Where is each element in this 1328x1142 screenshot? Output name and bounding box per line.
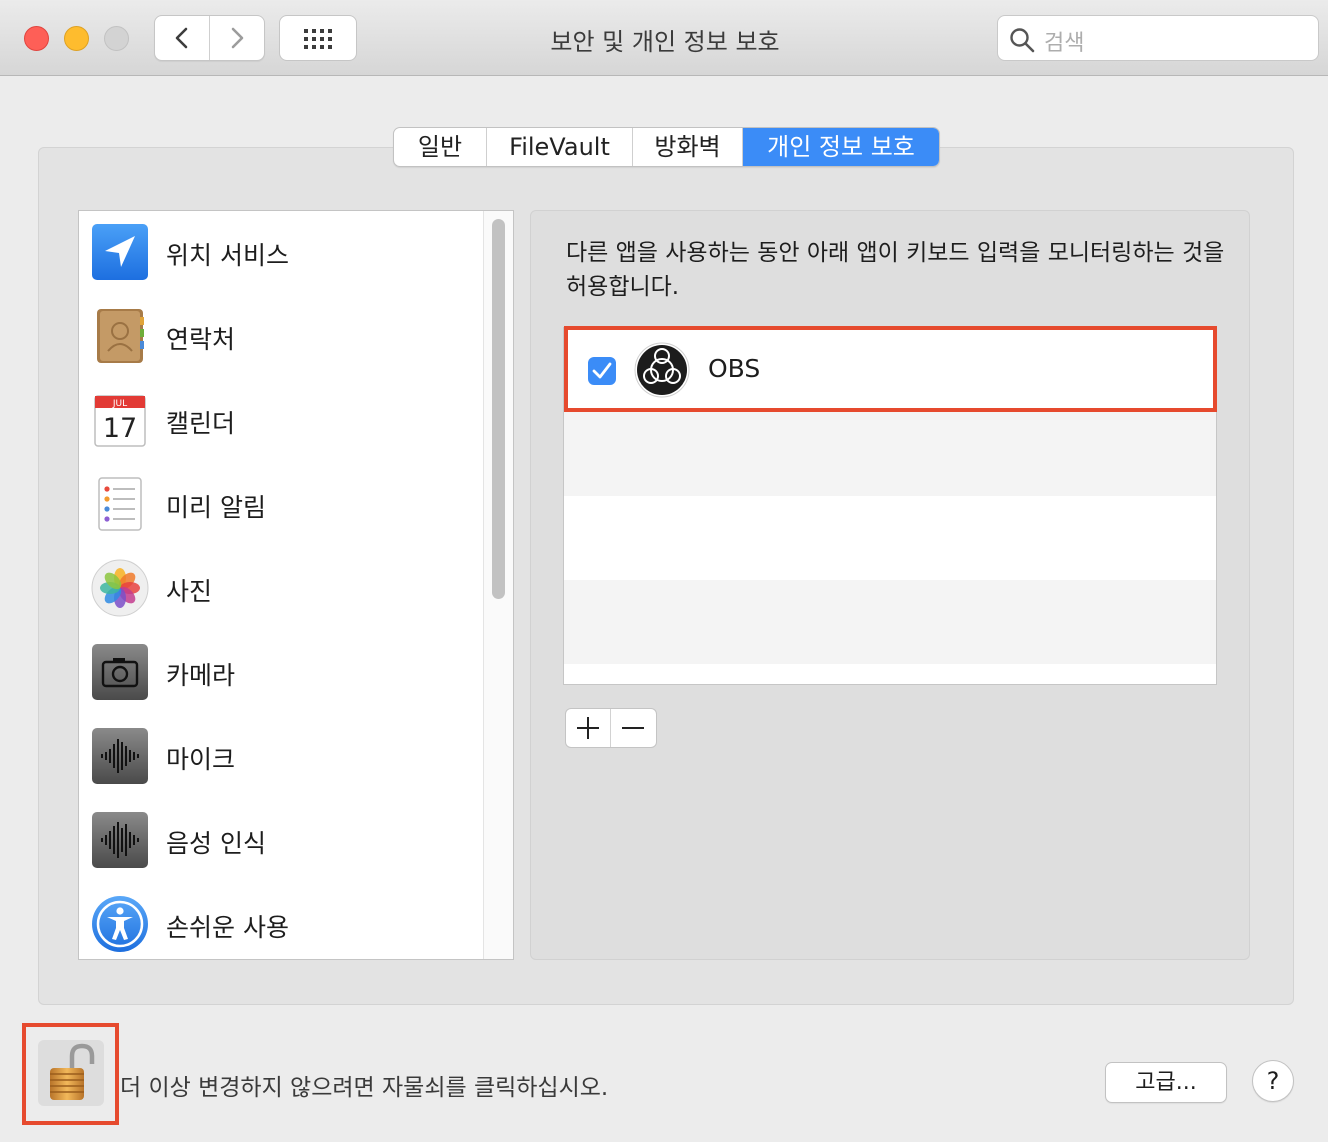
sidebar-item-label: 마이크	[166, 745, 236, 774]
sidebar-item-label: 캘린더	[166, 409, 236, 438]
minimize-window-button[interactable]	[64, 26, 89, 51]
list-item-empty	[564, 580, 1216, 664]
microphone-waveform-icon	[92, 728, 148, 784]
obs-checkbox[interactable]	[588, 357, 616, 385]
tab-filevault[interactable]: FileVault	[487, 128, 633, 166]
sidebar-item-reminders[interactable]: 미리 알림	[79, 463, 483, 547]
calendar-icon-day: 17	[103, 413, 137, 444]
privacy-category-list: 위치 서비스 연락처 JUL 17 캘린더 미리 알림 사진 카메라 마이크 음…	[78, 210, 514, 960]
sidebar-item-photos[interactable]: 사진	[79, 547, 483, 631]
lock-button[interactable]	[38, 1040, 104, 1106]
unlocked-padlock-icon	[50, 1043, 95, 1100]
sidebar-item-microphone[interactable]: 마이크	[79, 715, 483, 799]
location-arrow-icon	[92, 224, 148, 280]
list-item-empty	[564, 496, 1216, 580]
sidebar-item-label: 손쉬운 사용	[166, 913, 289, 942]
reminders-icon	[98, 477, 142, 531]
tab-bar: 일반 FileVault 방화벽 개인 정보 보호	[393, 127, 940, 167]
window-title: 보안 및 개인 정보 보호	[550, 28, 780, 56]
obs-icon	[634, 342, 690, 398]
contacts-book-icon	[97, 309, 144, 363]
calendar-icon-month: JUL	[112, 399, 127, 409]
title-bar: 보안 및 개인 정보 보호 검색	[0, 0, 1328, 76]
sidebar-item-label: 카메라	[166, 661, 236, 690]
app-name: OBS	[708, 354, 761, 383]
sidebar-item-label: 미리 알림	[166, 493, 266, 522]
sidebar-item-label: 음성 인식	[166, 829, 266, 858]
sidebar-item-label: 연락처	[166, 325, 236, 354]
add-remove-buttons	[565, 708, 657, 748]
tab-general[interactable]: 일반	[394, 128, 487, 166]
sidebar-item-accessibility[interactable]: 손쉬운 사용	[79, 883, 483, 959]
sidebar-item-calendar[interactable]: JUL 17 캘린더	[79, 379, 483, 463]
list-scrollbar[interactable]	[483, 211, 513, 959]
photos-flower-icon	[91, 559, 149, 617]
grid-dots-icon	[304, 29, 332, 49]
advanced-button[interactable]: 고급...	[1105, 1062, 1227, 1103]
sidebar-item-label: 사진	[166, 577, 213, 606]
tab-privacy[interactable]: 개인 정보 보호	[743, 128, 939, 166]
close-window-button[interactable]	[24, 26, 49, 51]
sidebar-item-location-services[interactable]: 위치 서비스	[79, 211, 483, 295]
camera-icon	[92, 644, 148, 700]
search-icon	[1010, 28, 1035, 53]
tab-firewall[interactable]: 방화벽	[633, 128, 743, 166]
search-placeholder: 검색	[1044, 31, 1085, 56]
sidebar-item-contacts[interactable]: 연락처	[79, 295, 483, 379]
speech-recognition-icon	[92, 812, 148, 868]
sidebar-item-camera[interactable]: 카메라	[79, 631, 483, 715]
chevron-right-icon	[231, 27, 244, 49]
chevron-left-icon	[175, 27, 188, 49]
show-all-button[interactable]	[279, 15, 357, 61]
lock-instruction-text: 더 이상 변경하지 않으려면 자물쇠를 클릭하십시오.	[120, 1075, 609, 1101]
checkmark-icon	[592, 362, 612, 379]
sidebar-item-speech-recognition[interactable]: 음성 인식	[79, 799, 483, 883]
remove-app-button[interactable]	[611, 709, 656, 747]
add-app-button[interactable]	[566, 709, 611, 747]
zoom-window-button[interactable]	[104, 26, 129, 51]
calendar-icon: JUL 17	[94, 395, 146, 447]
plus-icon	[577, 717, 599, 739]
help-button[interactable]: ?	[1252, 1060, 1294, 1102]
scrollbar-thumb[interactable]	[492, 219, 505, 599]
list-item-empty	[564, 412, 1216, 496]
forward-button[interactable]	[210, 16, 265, 60]
back-button[interactable]	[155, 16, 210, 60]
navigation-buttons	[154, 15, 265, 61]
sidebar-item-label: 위치 서비스	[166, 241, 289, 270]
accessibility-icon	[92, 896, 148, 952]
permission-description: 다른 앱을 사용하는 동안 아래 앱이 키보드 입력을 모니터링하는 것을 허용…	[566, 240, 1225, 300]
minus-icon	[622, 727, 644, 729]
search-field[interactable]: 검색	[997, 15, 1319, 61]
